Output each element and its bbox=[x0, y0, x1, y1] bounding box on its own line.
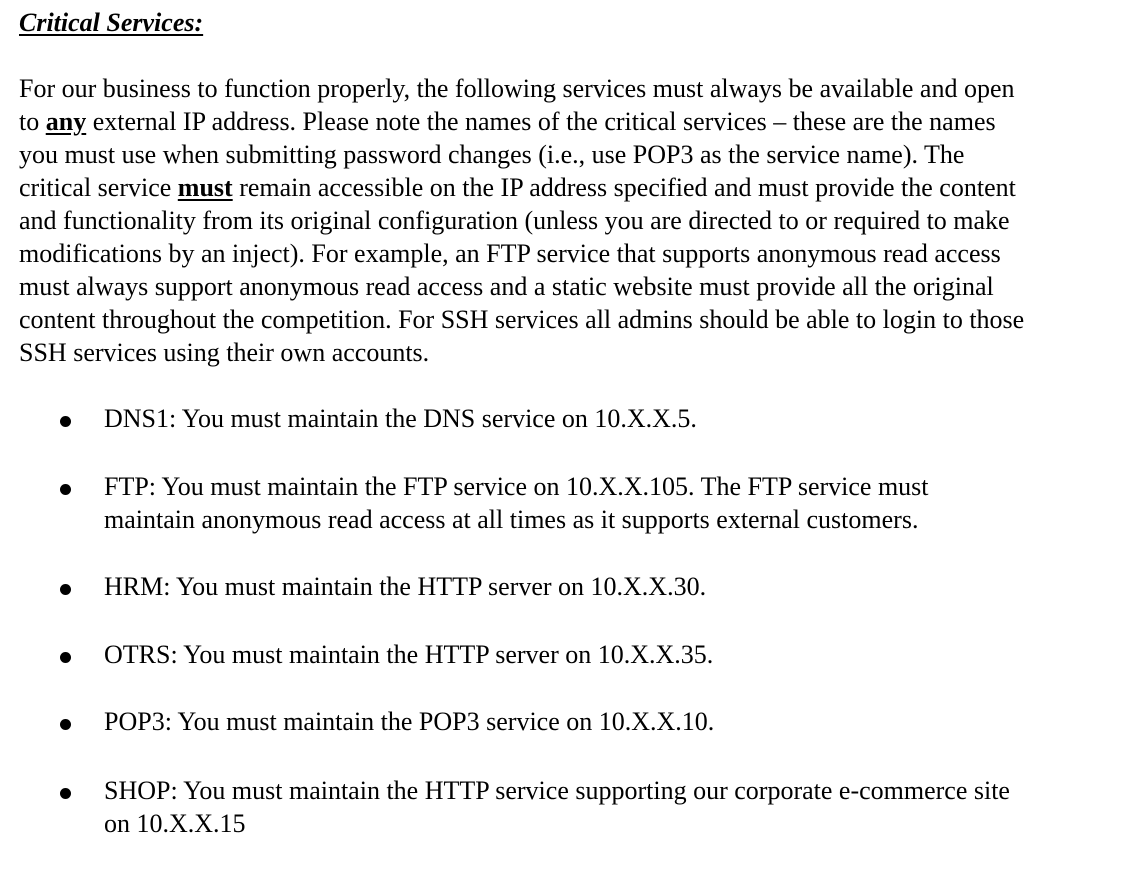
list-item-text: DNS1: You must maintain the DNS service … bbox=[104, 402, 697, 435]
bullet-icon bbox=[60, 484, 71, 495]
list-item-line: FTP: You must maintain the FTP service o… bbox=[104, 472, 929, 501]
list-item-text: POP3: You must maintain the POP3 service… bbox=[104, 705, 714, 738]
list-item-line: HRM: You must maintain the HTTP server o… bbox=[104, 572, 707, 601]
bullet-icon bbox=[60, 788, 71, 799]
intro-line: to any external IP address. Please note … bbox=[19, 105, 1134, 138]
intro-line: modifications by an inject). For example… bbox=[19, 239, 1001, 268]
list-item-text: SHOP: You must maintain the HTTP service… bbox=[104, 774, 1010, 840]
list-item-text: FTP: You must maintain the FTP service o… bbox=[104, 470, 929, 536]
list-item-text: OTRS: You must maintain the HTTP server … bbox=[104, 638, 713, 671]
intro-text: critical service bbox=[19, 173, 178, 202]
intro-text: remain accessible on the IP address spec… bbox=[232, 173, 1016, 202]
bullet-icon bbox=[60, 652, 71, 663]
bullet-icon bbox=[60, 719, 71, 730]
list-item-line: on 10.X.X.15 bbox=[104, 809, 246, 838]
intro-text: to bbox=[19, 107, 46, 136]
bullet-icon bbox=[60, 584, 71, 595]
list-item-text: HRM: You must maintain the HTTP server o… bbox=[104, 570, 706, 603]
list-item-line: POP3: You must maintain the POP3 service… bbox=[104, 707, 715, 736]
list-item-line: OTRS: You must maintain the HTTP server … bbox=[104, 640, 714, 669]
intro-line: content throughout the competition. For … bbox=[19, 305, 1025, 334]
intro-paragraph: For our business to function properly, t… bbox=[19, 72, 1134, 369]
intro-line: you must use when submitting password ch… bbox=[19, 140, 965, 169]
list-item-line: SHOP: You must maintain the HTTP service… bbox=[104, 776, 1010, 805]
intro-line: SSH services using their own accounts. bbox=[19, 338, 430, 367]
intro-line: For our business to function properly, t… bbox=[19, 74, 1015, 103]
intro-text: external IP address. Please note the nam… bbox=[86, 107, 996, 136]
list-item-line: maintain anonymous read access at all ti… bbox=[104, 505, 919, 534]
intro-line: must always support anonymous read acces… bbox=[19, 272, 994, 301]
section-heading: Critical Services: bbox=[19, 8, 204, 37]
bullet-icon bbox=[60, 416, 71, 427]
emphasis-any: any bbox=[45, 107, 87, 136]
emphasis-must: must bbox=[177, 173, 233, 202]
intro-line: and functionality from its original conf… bbox=[19, 206, 1010, 235]
intro-line: critical service must remain accessible … bbox=[19, 171, 1134, 204]
list-item-line: DNS1: You must maintain the DNS service … bbox=[104, 404, 697, 433]
